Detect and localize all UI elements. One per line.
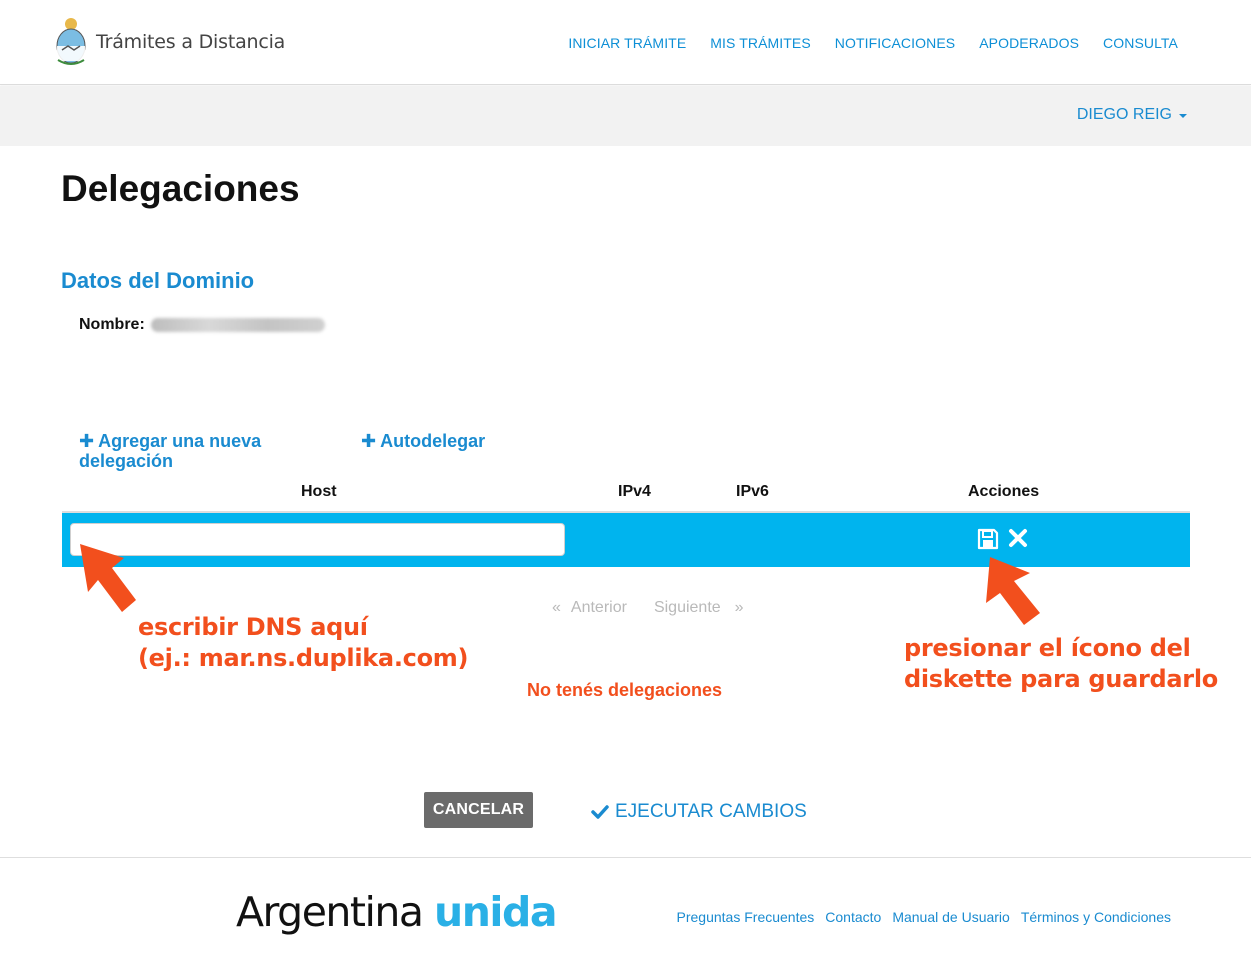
app-title: Trámites a Distancia — [96, 31, 286, 53]
floppy-disk-icon[interactable] — [977, 528, 999, 550]
footer-links: Preguntas Frecuentes Contacto Manual de … — [677, 909, 1171, 925]
caret-down-icon — [1179, 114, 1187, 118]
nav-iniciar-tramite[interactable]: INICIAR TRÁMITE — [568, 35, 686, 51]
page-title: Delegaciones — [61, 168, 300, 209]
nav-consulta[interactable]: CONSULTA — [1103, 35, 1178, 51]
add-delegation-label: Agregar una nueva delegación — [79, 431, 262, 471]
main-nav: INICIAR TRÁMITE MIS TRÁMITES NOTIFICACIO… — [544, 35, 1178, 51]
blurred-domain-value — [150, 318, 325, 332]
section-title: Datos del Dominio — [61, 268, 255, 293]
argentina-seal-icon — [56, 18, 86, 65]
site-logo[interactable]: Trámites a Distancia — [54, 16, 285, 68]
nav-notificaciones[interactable]: NOTIFICACIONES — [835, 35, 955, 51]
column-host: Host — [301, 483, 337, 500]
footer-divider — [0, 857, 1251, 858]
annotation-press-save: presionar el ícono del diskette para gua… — [904, 633, 1218, 695]
nav-apoderados[interactable]: APODERADOS — [979, 35, 1079, 51]
check-icon — [591, 805, 609, 819]
annotation-line: presionar el ícono del — [904, 634, 1191, 662]
pager-prev[interactable]: Anterior — [571, 599, 627, 617]
column-acciones: Acciones — [968, 483, 1040, 500]
autodelegate-label: Autodelegar — [380, 431, 486, 451]
pager-prev-symbol[interactable]: « — [552, 599, 561, 617]
user-menu[interactable]: DIEGO REIG — [1077, 106, 1187, 124]
pager-next[interactable]: Siguiente — [654, 599, 721, 617]
table-header: Host IPv4 IPv6 Acciones — [62, 480, 1190, 513]
execute-changes-button[interactable]: EJECUTAR CAMBIOS — [591, 801, 807, 823]
footer-link-contacto[interactable]: Contacto — [825, 909, 881, 925]
plus-icon: ✚ — [79, 431, 95, 451]
nav-mis-tramites[interactable]: MIS TRÁMITES — [710, 35, 811, 51]
host-input[interactable] — [70, 523, 565, 556]
user-name: DIEGO REIG — [1076, 106, 1172, 123]
arrow-pointer-icon — [80, 544, 136, 612]
nombre-label: Nombre: — [79, 316, 145, 333]
column-ipv4: IPv4 — [618, 483, 651, 500]
empty-delegations-message: No tenés delegaciones — [527, 680, 723, 700]
brand-logo: Argentina unida — [236, 888, 557, 936]
domain-name-row: Nombre: — [79, 316, 325, 334]
user-bar: DIEGO REIG — [0, 86, 1251, 146]
plus-icon: ✚ — [361, 431, 377, 451]
pagination: « Anterior Siguiente » — [552, 599, 754, 617]
annotation-line: (ej.: mar.ns.duplika.com) — [138, 644, 469, 672]
add-delegation-link[interactable]: ✚ Agregar una nueva delegación — [79, 431, 319, 471]
autodelegate-link[interactable]: ✚ Autodelegar — [361, 431, 485, 451]
arrow-pointer-icon — [986, 557, 1040, 625]
footer-link-faq[interactable]: Preguntas Frecuentes — [677, 909, 815, 925]
pager-next-symbol[interactable]: » — [735, 599, 744, 617]
annotation-write-dns: escribir DNS aquí (ej.: mar.ns.duplika.c… — [138, 612, 468, 674]
top-navbar: Trámites a Distancia INICIAR TRÁMITE MIS… — [0, 0, 1251, 85]
column-ipv6: IPv6 — [736, 483, 769, 500]
brand-part2: unida — [434, 888, 557, 936]
annotation-line: diskette para guardarlo — [904, 665, 1218, 693]
brand-part1: Argentina — [236, 888, 424, 936]
annotation-line: escribir DNS aquí — [138, 613, 368, 641]
footer-link-manual[interactable]: Manual de Usuario — [892, 909, 1010, 925]
footer-link-terminos[interactable]: Términos y Condiciones — [1021, 909, 1171, 925]
close-icon[interactable] — [1007, 527, 1029, 549]
execute-changes-label: EJECUTAR CAMBIOS — [615, 801, 807, 822]
delegations-table: Host IPv4 IPv6 Acciones — [62, 480, 1190, 567]
cancel-button[interactable]: CANCELAR — [424, 792, 533, 828]
